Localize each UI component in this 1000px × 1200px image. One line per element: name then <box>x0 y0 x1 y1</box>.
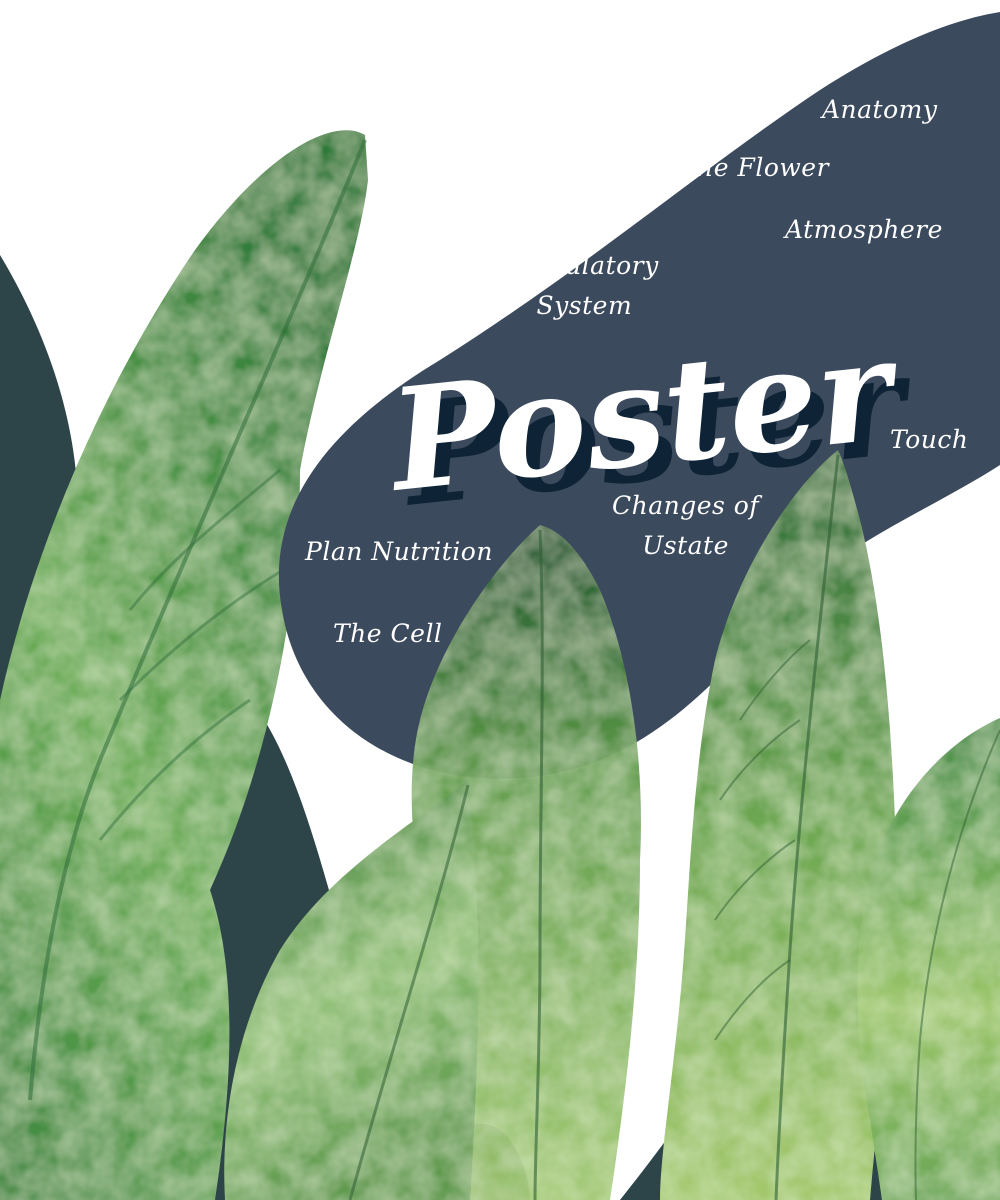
topic-circulatory-line1: Circulatory <box>510 251 659 280</box>
topic-circulatory-line2: System <box>536 291 633 320</box>
poster-artwork: Poster Poster <box>0 12 1000 1200</box>
topic-changes-line2: Ustate <box>642 531 729 560</box>
topic-the-flower: The Flower <box>680 153 830 182</box>
topic-changes-line1: Changes of <box>612 491 760 520</box>
poster-canvas: Poster Poster Anatomy The Flower Atmosph… <box>0 0 1000 1200</box>
topic-circulatory-system: Circulatory System <box>510 246 659 326</box>
topic-anatomy: Anatomy <box>822 95 938 124</box>
topic-changes-of-state: Changes of Ustate <box>612 486 759 566</box>
topic-the-cell: The Cell <box>333 619 443 648</box>
topic-touch: Touch <box>890 425 969 454</box>
topic-plan-nutrition: Plan Nutrition <box>305 537 493 566</box>
topic-atmosphere: Atmosphere <box>785 215 943 244</box>
